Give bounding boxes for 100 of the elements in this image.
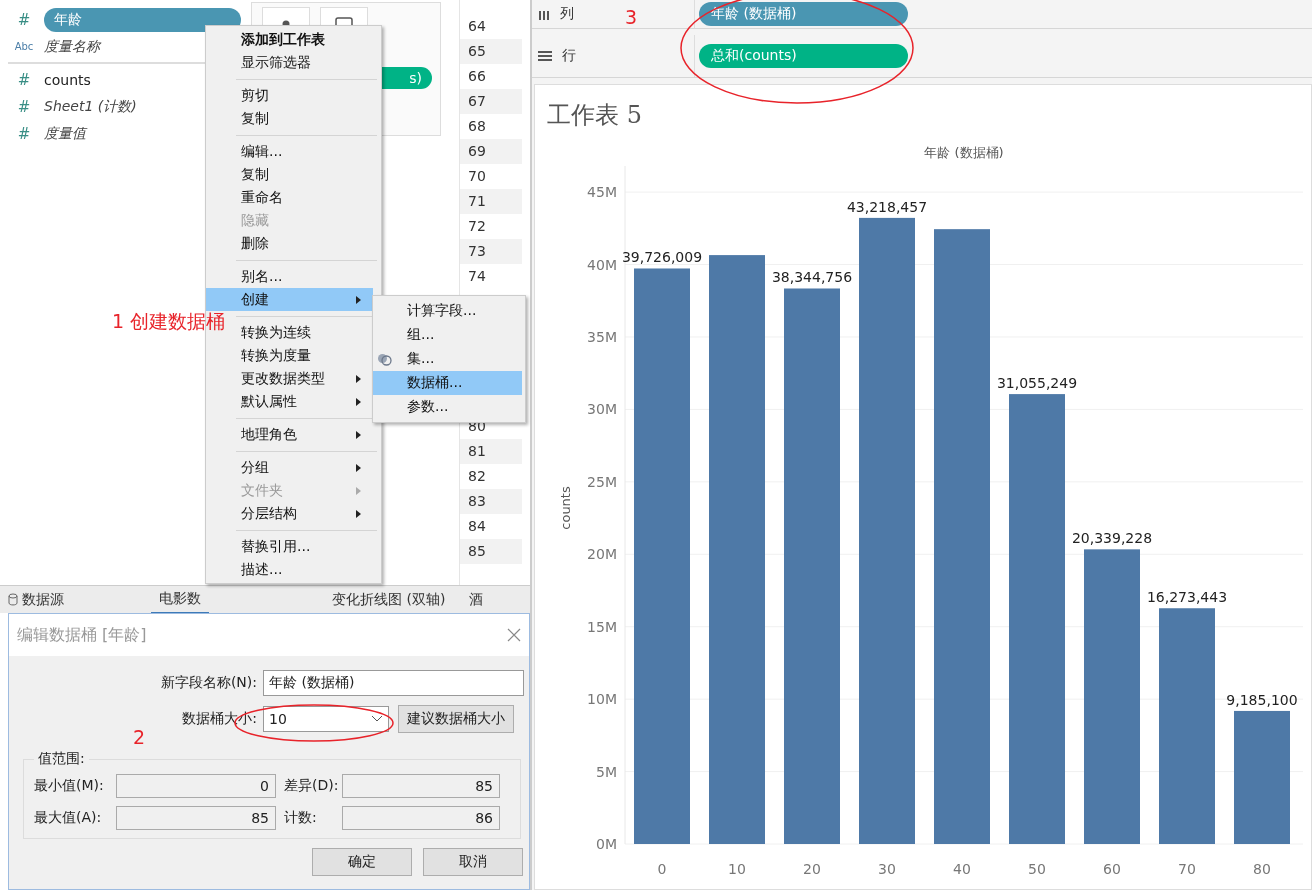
annotation-text: 3 [625,6,638,28]
tick-label: 10M [587,691,617,708]
menu-item[interactable]: 别名... [234,265,373,288]
group-legend: 值范围: [34,750,89,768]
menu-item[interactable]: 编辑... [234,140,373,163]
tick-label: 50 [1028,861,1046,877]
tick-label: 0M [596,836,617,852]
menu-item[interactable]: 删除 [234,232,373,255]
tick-label: 25M [587,473,617,490]
tick-label: 35M [587,328,617,345]
field-name[interactable]: Sheet1 (计数) [44,97,137,116]
menu-item[interactable]: 数据桶... [373,371,522,395]
table-cell: 69 [460,139,522,164]
dialog-title: 编辑数据桶 [年龄] [17,624,147,646]
field-label: 差异(D): [284,777,340,795]
menu-item[interactable]: 计算字段... [373,299,522,323]
menu-item[interactable]: 转换为连续 [234,321,373,344]
submenu-arrow-icon [356,486,361,495]
menu-item[interactable]: 分层结构 [234,502,373,525]
field-type-icon: # [12,97,36,116]
readonly-field: 0 [116,774,276,798]
field-label: 最大值(A): [34,809,103,827]
menu-item[interactable]: 剪切 [234,84,373,107]
field-type-icon: # [12,124,36,143]
tick-label: 60 [1103,861,1121,877]
menu-item[interactable]: 组... [373,323,522,347]
tick-label: 40M [587,256,617,273]
menu-item[interactable]: 描述... [234,558,373,581]
suggest-button[interactable]: 建议数据桶大小 [398,705,514,733]
field-label: 新字段名称(N): [159,674,257,692]
size-dropdown[interactable]: 10 [263,706,389,732]
menu-item[interactable]: 默认属性 [234,390,373,413]
value-label: 43,218,457 [846,198,928,215]
submenu-arrow-icon [356,509,361,518]
chevron-down-icon [371,715,383,723]
field-name[interactable]: counts [44,71,91,88]
field-label: 最小值(M): [34,777,105,795]
field-name[interactable]: 度量名称 [44,37,100,56]
field-type-icon: Abc [12,41,36,52]
value-label: 31,055,249 [996,375,1078,392]
readonly-field: 85 [116,806,276,830]
menu-item[interactable]: 复制 [234,163,373,186]
close-icon[interactable] [507,628,521,642]
field-type-icon: # [12,10,36,29]
database-icon [8,593,18,606]
table-cell: 67 [460,89,522,114]
sheet-title: 工作表 5 [547,100,643,131]
tick-label: 20M [587,546,617,563]
menu-item[interactable]: 集... [373,347,522,371]
sheet-tab[interactable]: 数据源 [0,586,151,613]
sheet-tab[interactable]: 变化折线图 (双轴) [324,586,454,613]
tick-label: 45M [587,184,617,201]
readonly-field: 85 [342,774,500,798]
menu-item[interactable]: 转换为度量 [234,344,373,367]
submenu-arrow-icon [356,295,361,304]
value-label: 9,185,100 [1226,691,1298,708]
menu-item[interactable]: 复制 [234,107,373,130]
shelf-label: 行 [562,47,576,65]
menu-item[interactable]: 显示筛选器 [234,51,373,74]
menu-item[interactable]: 地理角色 [234,423,373,446]
value-label: 16,273,443 [1146,589,1228,606]
field-type-icon: # [12,70,36,89]
field-label: 数据桶大小: [181,710,257,728]
field-name[interactable]: 度量值 [44,124,86,143]
menu-item[interactable]: 更改数据类型 [234,367,373,390]
value-label: 38,344,756 [771,269,853,286]
columns-icon [538,8,550,20]
menu-item[interactable]: 分组 [234,456,373,479]
table-cell: 65 [460,39,522,64]
tick-label: 0 [657,861,667,877]
table-cell: 71 [460,189,522,214]
tick-label: 15M [587,618,617,635]
table-cell: 73 [460,239,522,264]
tick-label: 20 [803,861,821,877]
table-cell: 81 [460,439,522,464]
annotation-text: 2 [133,726,146,748]
field-label: 计数: [284,809,318,827]
tick-label: 30M [587,401,617,418]
submenu-arrow-icon [356,463,361,472]
table-cell: 85 [460,539,522,564]
ok-button[interactable]: 确定 [312,848,412,876]
name-field[interactable]: 年龄 (数据桶) [263,670,524,696]
submenu-arrow-icon [356,430,361,439]
menu-item[interactable]: 重命名 [234,186,373,209]
cancel-button[interactable]: 取消 [423,848,523,876]
set-icon [377,352,392,366]
submenu-arrow-icon [356,397,361,406]
shelf-label: 列 [560,5,574,23]
annotation-text: 1 创建数据桶 [112,309,226,334]
value-label: 39,726,009 [621,249,703,266]
tick-label: 70 [1178,861,1196,877]
menu-item[interactable]: 替换引用... [234,535,373,558]
axis-title: 年龄 (数据桶) [924,145,1004,160]
sheet-tab[interactable]: 酒 [461,586,492,613]
value-label: 20,339,228 [1071,530,1153,547]
tick-label: 80 [1253,861,1271,877]
menu-item[interactable]: 创建 [206,288,373,311]
tick-label: 30 [878,861,896,877]
submenu-arrow-icon [356,374,361,383]
axis-label: counts [558,486,573,530]
